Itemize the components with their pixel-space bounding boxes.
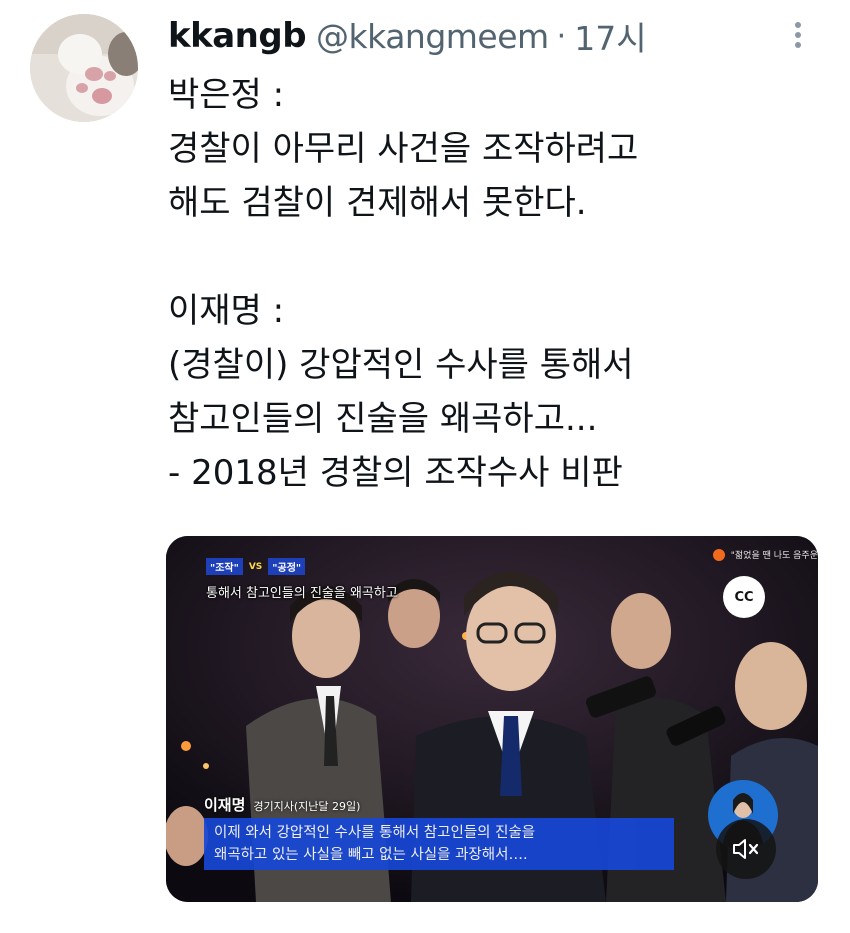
tweet-header: kkangb @kkangmeem · 17시 (168, 10, 647, 62)
tweet-line: (경찰이) 강압적인 수사를 통해서 (168, 345, 634, 385)
speaker-label: 이재명 경기지사(지난달 29일) (204, 794, 360, 815)
volume-muted-icon (733, 839, 759, 859)
news-tag-vs: VS (248, 561, 263, 572)
tweet-line: 참고인들의 진술을 왜곡하고... (168, 399, 598, 439)
avatar[interactable] (30, 14, 138, 122)
tweet-line: 이재명 : (168, 291, 285, 331)
channel-logo-icon (712, 548, 725, 561)
news-tag: "공정" (268, 558, 306, 575)
ticker-text: "젊었을 땐 나도 음주운 (730, 551, 818, 561)
tweet-line: - 2018년 경찰의 조작수사 비판 (168, 453, 623, 493)
timestamp[interactable]: 17시 (574, 12, 646, 60)
subtitle-line: 이제 와서 강압적인 수사를 통해서 참고인들의 진술을 (214, 825, 536, 841)
more-vertical-icon (786, 22, 810, 48)
news-tag-row: "조작" VS "공정" (206, 558, 306, 575)
news-ticker: "젊었을 땐 나도 음주운 (712, 548, 818, 561)
subtitle-line: 왜곡하고 있는 사실을 빼고 없는 사실을 과장해서…. (214, 847, 528, 863)
user-handle[interactable]: @kkangmeem (316, 17, 549, 56)
closed-captions-icon: CC (734, 589, 754, 605)
subtitle-box: 이제 와서 강압적인 수사를 통해서 참고인들의 진술을 왜곡하고 있는 사실을… (204, 818, 674, 870)
speaker-name: 이재명 (204, 796, 246, 814)
closed-captions-button[interactable]: CC (723, 576, 765, 618)
display-name[interactable]: kkangb (168, 16, 307, 56)
speaker-role: 경기지사(지난달 29일) (253, 800, 361, 813)
separator-dot: · (556, 18, 567, 54)
video-player[interactable]: "조작" VS "공정" 통해서 참고인들의 진술을 왜곡하고 "젊었을 땐 나… (166, 536, 818, 902)
tweet-line: 경찰이 아무리 사건을 조작하려고 (168, 129, 639, 169)
mute-toggle-button[interactable] (716, 819, 776, 879)
tweet-text: 박은정 : 경찰이 아무리 사건을 조작하려고 해도 검찰이 견제해서 못한다.… (168, 68, 818, 500)
tweet-line: 해도 검찰이 견제해서 못한다. (168, 183, 587, 223)
news-tag: "조작" (206, 558, 243, 575)
cat-paw-image (30, 14, 138, 122)
top-caption: 통해서 참고인들의 진술을 왜곡하고 (206, 586, 398, 601)
tweet-line: 박은정 : (168, 75, 285, 115)
more-options-button[interactable] (786, 18, 810, 54)
